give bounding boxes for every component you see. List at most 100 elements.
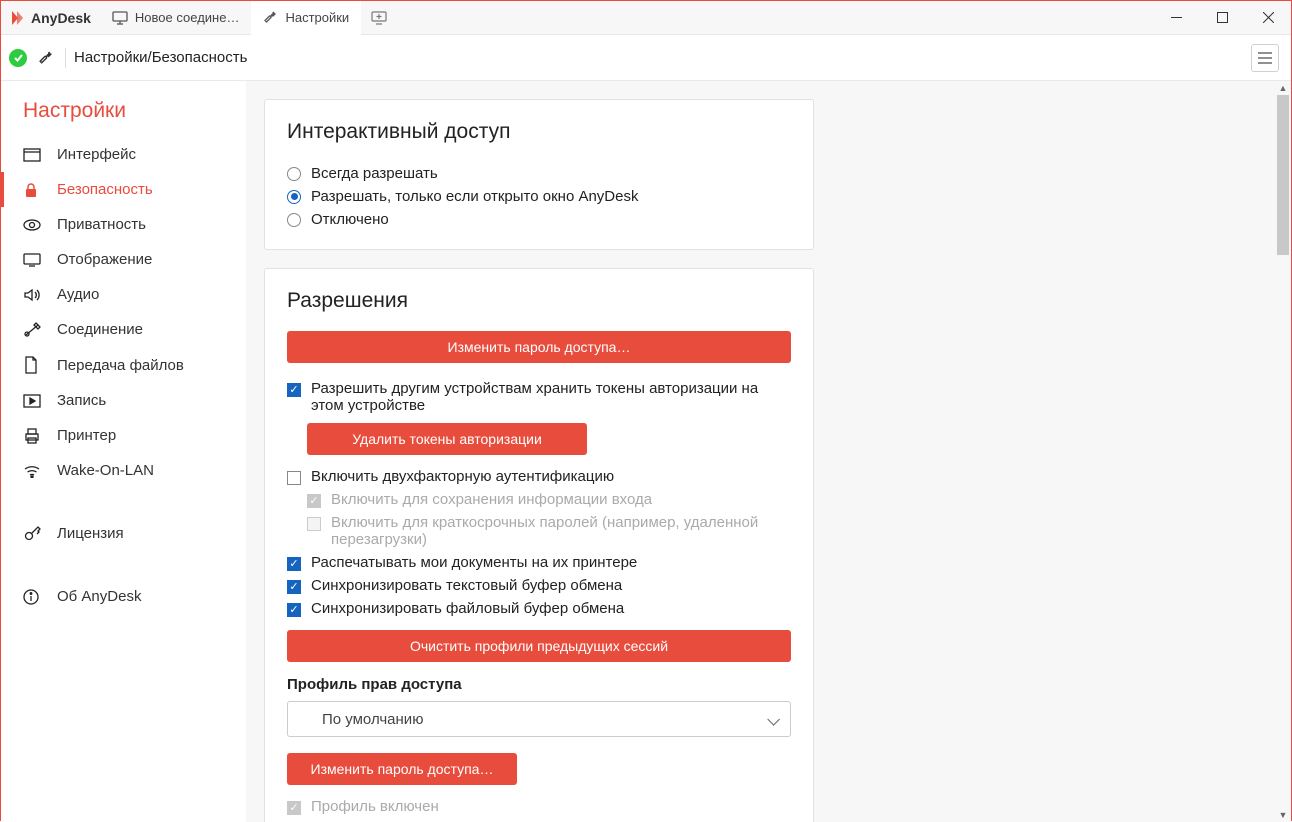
radio-always-allow[interactable]: Всегда разрешать <box>287 162 791 185</box>
radio-disabled[interactable]: Отключено <box>287 208 791 231</box>
radio-icon <box>287 190 301 204</box>
checkbox-profile-enabled: Профиль включен <box>287 795 791 818</box>
sidebar-item-display[interactable]: Отображение <box>1 242 246 277</box>
file-icon <box>23 356 43 374</box>
sidebar-item-connection[interactable]: Соединение <box>1 312 246 347</box>
close-button[interactable] <box>1245 1 1291 35</box>
sidebar-item-label: Лицензия <box>57 525 124 542</box>
sidebar-item-wol[interactable]: Wake-On-LAN <box>1 453 246 488</box>
sidebar: Настройки Интерфейс Безопасность Приватн… <box>1 81 246 822</box>
monitor-icon <box>112 11 128 25</box>
scrollbar[interactable]: ▲ ▼ <box>1277 81 1289 822</box>
checkbox-print[interactable]: Распечатывать мои документы на их принте… <box>287 551 791 574</box>
change-password-button-2[interactable]: Изменить пароль доступа… <box>287 753 517 785</box>
tab-new-connection[interactable]: Новое соедине… <box>100 1 252 35</box>
maximize-button[interactable] <box>1199 1 1245 35</box>
breadcrumb: Настройки/Безопасность <box>74 49 247 66</box>
radio-window-open[interactable]: Разрешать, только если открыто окно AnyD… <box>287 185 791 208</box>
sidebar-item-license[interactable]: Лицензия <box>1 516 246 551</box>
hamburger-menu-button[interactable] <box>1251 44 1279 72</box>
radio-label: Всегда разрешать <box>311 165 438 182</box>
printer-icon <box>23 428 43 444</box>
checkbox-sync-file[interactable]: Синхронизировать файловый буфер обмена <box>287 597 791 620</box>
checkbox-label: Синхронизировать текстовый буфер обмена <box>311 577 622 594</box>
app-name: AnyDesk <box>31 10 91 26</box>
scroll-thumb[interactable] <box>1277 95 1289 255</box>
sidebar-item-label: Об AnyDesk <box>57 588 141 605</box>
tab-new-monitor[interactable] <box>361 1 397 35</box>
sidebar-item-privacy[interactable]: Приватность <box>1 207 246 242</box>
scroll-up-icon[interactable]: ▲ <box>1277 81 1289 95</box>
sidebar-title: Настройки <box>1 99 246 137</box>
status-ok-icon <box>9 49 27 67</box>
wrench-icon <box>35 50 57 66</box>
sidebar-item-interface[interactable]: Интерфейс <box>1 137 246 172</box>
sidebar-item-label: Wake-On-LAN <box>57 462 154 479</box>
section-title: Интерактивный доступ <box>287 120 791 144</box>
checkbox-icon <box>307 517 321 531</box>
checkbox-label: Распечатывать мои документы на их принте… <box>311 554 637 571</box>
card-interactive-access: Интерактивный доступ Всегда разрешать Ра… <box>264 99 814 250</box>
checkbox-icon <box>287 471 301 485</box>
breadcrumb-bar: Настройки/Безопасность <box>1 35 1291 81</box>
wifi-icon <box>23 464 43 478</box>
section-title: Разрешения <box>287 289 791 313</box>
monitor-plus-icon <box>371 11 387 25</box>
wrench-icon <box>263 10 278 25</box>
radio-label: Разрешать, только если открыто окно AnyD… <box>311 188 638 205</box>
sidebar-item-label: Передача файлов <box>57 357 184 374</box>
checkbox-label: Включить двухфакторную аутентификацию <box>311 468 614 485</box>
checkbox-2fa-short: Включить для краткосрочных паролей (напр… <box>307 511 791 551</box>
separator <box>65 48 66 68</box>
titlebar: AnyDesk Новое соедине… Настройки <box>1 1 1291 35</box>
tab-settings[interactable]: Настройки <box>251 1 361 35</box>
privacy-icon <box>23 218 43 232</box>
checkbox-label: Разрешить другим устройствам хранить ток… <box>311 380 791 414</box>
sidebar-item-filetransfer[interactable]: Передача файлов <box>1 347 246 383</box>
radio-icon <box>287 213 301 227</box>
checkbox-icon <box>287 801 301 815</box>
profile-dropdown[interactable]: По умолчанию <box>287 701 791 737</box>
record-icon <box>23 394 43 408</box>
checkbox-label: Синхронизировать файловый буфер обмена <box>311 600 624 617</box>
radio-icon <box>287 167 301 181</box>
main-content: Интерактивный доступ Всегда разрешать Ра… <box>246 81 1291 822</box>
connection-icon <box>23 322 43 338</box>
sidebar-item-about[interactable]: Об AnyDesk <box>1 579 246 614</box>
sidebar-item-record[interactable]: Запись <box>1 383 246 418</box>
minimize-button[interactable] <box>1153 1 1199 35</box>
tab-label: Настройки <box>285 10 349 25</box>
checkbox-label: Включить для краткосрочных паролей (напр… <box>331 514 791 548</box>
app-logo: AnyDesk <box>1 9 100 27</box>
sidebar-item-label: Запись <box>57 392 106 409</box>
delete-tokens-button[interactable]: Удалить токены авторизации <box>307 423 587 455</box>
sidebar-item-label: Соединение <box>57 321 143 338</box>
checkbox-2fa-save: Включить для сохранения информации входа <box>307 488 791 511</box>
checkbox-icon <box>307 494 321 508</box>
interface-icon <box>23 148 43 162</box>
checkbox-label: Включить для сохранения информации входа <box>331 491 652 508</box>
sidebar-item-audio[interactable]: Аудио <box>1 277 246 312</box>
key-icon <box>23 526 43 542</box>
checkbox-sync-text[interactable]: Синхронизировать текстовый буфер обмена <box>287 574 791 597</box>
radio-label: Отключено <box>311 211 389 228</box>
tab-label: Новое соедине… <box>135 10 240 25</box>
sidebar-item-label: Принтер <box>57 427 116 444</box>
checkbox-icon <box>287 383 301 397</box>
checkbox-icon <box>287 603 301 617</box>
sidebar-item-printer[interactable]: Принтер <box>1 418 246 453</box>
sidebar-item-label: Отображение <box>57 251 152 268</box>
sidebar-item-label: Интерфейс <box>57 146 136 163</box>
clear-profiles-button[interactable]: Очистить профили предыдущих сессий <box>287 630 791 662</box>
sidebar-item-security[interactable]: Безопасность <box>1 172 246 207</box>
checkbox-2fa[interactable]: Включить двухфакторную аутентификацию <box>287 465 791 488</box>
profile-label: Профиль прав доступа <box>287 676 791 693</box>
scroll-down-icon[interactable]: ▼ <box>1277 808 1289 822</box>
anydesk-icon <box>8 9 26 27</box>
display-icon <box>23 253 43 267</box>
checkbox-allow-tokens[interactable]: Разрешить другим устройствам хранить ток… <box>287 377 791 417</box>
change-password-button[interactable]: Изменить пароль доступа… <box>287 331 791 363</box>
checkbox-icon <box>287 557 301 571</box>
sidebar-item-label: Приватность <box>57 216 146 233</box>
card-permissions: Разрешения Изменить пароль доступа… Разр… <box>264 268 814 822</box>
